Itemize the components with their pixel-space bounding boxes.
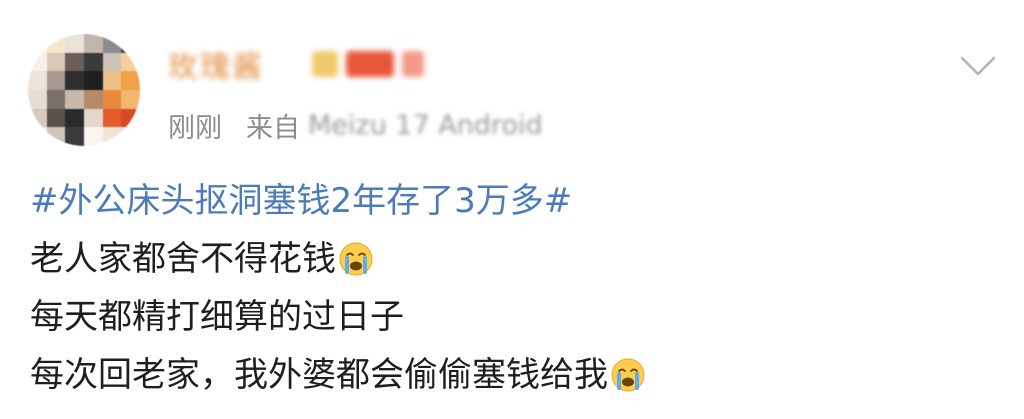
- avatar-pixel: [46, 34, 66, 53]
- user-badge-icon: [312, 51, 338, 77]
- source-device[interactable]: Meizu 17 Android: [308, 110, 543, 141]
- avatar-pixel: [46, 89, 66, 109]
- post-text: 每次回老家，我外婆都会偷偷塞钱给我: [30, 355, 608, 395]
- post-line-1: #外公床头抠洞塞钱2年存了3万多#: [30, 172, 1004, 230]
- avatar[interactable]: [28, 34, 140, 146]
- source-prefix: 来自: [246, 113, 300, 144]
- avatar-pixel: [65, 34, 84, 53]
- crying-face-icon: [339, 242, 373, 276]
- avatar-pixel: [46, 71, 66, 90]
- avatar-pixel: [83, 89, 103, 109]
- avatar-pixel: [102, 127, 122, 146]
- post-line-3: 每天都精打细算的过日子: [30, 288, 1004, 346]
- avatar-pixel: [102, 52, 122, 72]
- post-content: #外公床头抠洞塞钱2年存了3万多# 老人家都舍不得花钱 每天都精打细算的过日子 …: [30, 172, 1004, 404]
- avatar-pixel: [28, 89, 47, 109]
- weibo-post: 玫瑰酱 刚刚 来自 Meizu 17 Android #外公床头抠洞塞钱2年存了…: [0, 0, 1024, 419]
- avatar-pixel: [102, 108, 122, 128]
- hashtag-link[interactable]: #外公床头抠洞塞钱2年存了3万多#: [30, 172, 572, 230]
- avatar-pixel: [65, 127, 84, 146]
- crying-face-icon: [611, 358, 645, 392]
- post-text: 每天都精打细算的过日子: [30, 297, 404, 337]
- avatar-pixel: [28, 71, 47, 90]
- avatar-pixel: [121, 89, 140, 109]
- avatar-pixel: [83, 71, 103, 90]
- avatar-pixel: [65, 89, 84, 109]
- avatar-pixel: [83, 34, 103, 53]
- post-line-2: 老人家都舍不得花钱: [30, 230, 1004, 288]
- avatar-pixel: [65, 52, 84, 72]
- post-text: 老人家都舍不得花钱: [30, 239, 336, 279]
- chevron-down-icon[interactable]: [958, 50, 998, 80]
- post-time: 刚刚: [168, 113, 222, 144]
- avatar-pixel: [121, 108, 140, 128]
- avatar-pixel: [28, 52, 47, 72]
- avatar-pixel: [102, 89, 122, 109]
- vip-badge-icon: [346, 51, 394, 77]
- avatar-pixel: [83, 127, 103, 146]
- avatar-pixel: [46, 108, 66, 128]
- post-source: 来自 Meizu 17 Android: [246, 106, 543, 145]
- avatar-pixel: [102, 71, 122, 90]
- avatar-pixel: [28, 108, 47, 128]
- avatar-pixel: [28, 34, 47, 53]
- username-row[interactable]: 玫瑰酱: [168, 42, 424, 86]
- avatar-pixel: [121, 127, 140, 146]
- avatar-pixel: [121, 71, 140, 90]
- avatar-pixel: [46, 52, 66, 72]
- avatar-pixel: [83, 108, 103, 128]
- avatar-pixel: [121, 52, 140, 72]
- username[interactable]: 玫瑰酱: [168, 42, 264, 86]
- post-line-4: 每次回老家，我外婆都会偷偷塞钱给我: [30, 346, 1004, 404]
- avatar-pixel: [102, 34, 122, 53]
- avatar-pixel: [28, 127, 47, 146]
- avatar-pixel: [83, 52, 103, 72]
- avatar-pixel: [46, 127, 66, 146]
- avatar-pixel: [65, 108, 84, 128]
- post-meta: 刚刚 来自 Meizu 17 Android: [168, 106, 543, 145]
- avatar-pixel: [65, 71, 84, 90]
- avatar-pixel: [121, 34, 140, 53]
- level-badge-icon: [402, 51, 424, 77]
